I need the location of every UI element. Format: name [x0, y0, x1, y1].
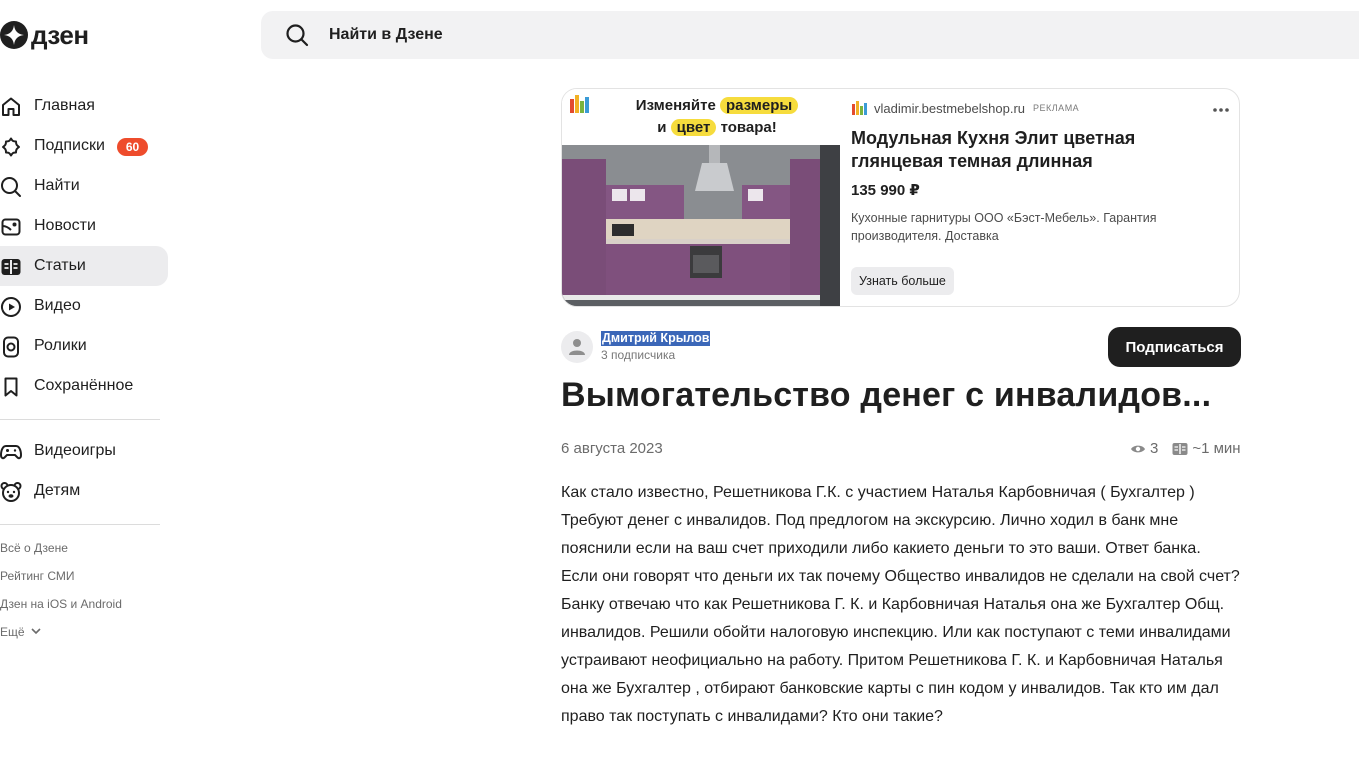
articles-icon — [1, 259, 21, 275]
kitchen-photo — [562, 145, 840, 306]
sidebar-item-label: Детям — [34, 482, 81, 499]
footer-link-about[interactable]: Всё о Дзене — [0, 540, 122, 568]
footer-more-label: Ещё — [0, 625, 25, 639]
search-bar[interactable]: Найти в Дзене — [261, 11, 1359, 59]
ad-label: РЕКЛАМА — [1033, 103, 1080, 113]
footer-link-apps[interactable]: Дзен на iOS и Android — [0, 596, 122, 624]
ad-card[interactable]: Изменяйте размеры и цвет товара! vladimi… — [561, 88, 1240, 307]
search-icon — [286, 24, 309, 47]
sidebar-item-shorts[interactable]: Ролики — [0, 326, 168, 366]
ad-banner: Изменяйте размеры и цвет товара! — [562, 89, 840, 145]
read-time: ~1 мин — [1192, 440, 1241, 457]
sidebar-item-label: Видеоигры — [34, 442, 116, 459]
sidebar-item-saved[interactable]: Сохранённое — [0, 366, 168, 406]
sidebar-item-kids[interactable]: Детям — [0, 471, 168, 511]
search-input[interactable]: Найти в Дзене — [329, 26, 443, 44]
footer-link-media-rating[interactable]: Рейтинг СМИ — [0, 568, 122, 596]
shorts-icon — [3, 336, 19, 358]
sidebar-item-label: Новости — [34, 217, 96, 234]
sidebar-divider — [0, 419, 160, 420]
sidebar-nav-secondary: Видеоигры Детям — [0, 431, 168, 511]
search-icon — [1, 177, 21, 197]
sidebar-item-articles[interactable]: Статьи — [0, 246, 168, 286]
sidebar-item-search[interactable]: Найти — [0, 166, 168, 206]
eye-icon — [1131, 445, 1145, 452]
bookmark-icon — [4, 377, 18, 397]
news-icon — [1, 218, 21, 236]
ad-title[interactable]: Модульная Кухня Элит цветная глянцевая т… — [851, 127, 1181, 173]
read-time-icon — [1172, 442, 1188, 455]
sidebar-item-subscriptions[interactable]: Подписки 60 — [0, 126, 168, 166]
learn-more-button[interactable]: Узнать больше — [851, 267, 954, 295]
avatar[interactable] — [561, 331, 593, 363]
sidebar-item-label: Сохранённое — [34, 377, 134, 394]
more-options-icon[interactable] — [1212, 97, 1230, 118]
ad-domain: vladimir.bestmebelshop.ru — [874, 100, 1026, 116]
sidebar-item-label: Ролики — [34, 337, 87, 354]
sidebar-item-label: Найти — [34, 177, 80, 194]
subscriptions-count-badge: 60 — [117, 138, 148, 156]
logo-text: дзен — [31, 19, 89, 50]
subscribe-button[interactable]: Подписаться — [1108, 327, 1241, 367]
author-subscribers: 3 подписчика — [601, 348, 676, 362]
sidebar-divider — [0, 524, 160, 525]
sidebar-item-label: Видео — [34, 297, 81, 314]
sidebar-item-video[interactable]: Видео — [0, 286, 168, 326]
author-name[interactable]: Дмитрий Крылов — [601, 331, 711, 346]
article-date: 6 августа 2023 — [561, 440, 663, 457]
video-icon — [1, 296, 21, 317]
ad-description: Кухонные гарнитуры ООО «Бэст-Мебель». Га… — [851, 211, 1157, 243]
gamepad-icon — [0, 445, 22, 460]
sidebar-nav: Главная Подписки 60 Найти Новости Статьи… — [0, 86, 168, 406]
advertiser-logo-icon — [852, 101, 867, 115]
advertiser-logo-icon — [570, 95, 589, 113]
article-meta: 3 ~1 мин — [1130, 440, 1241, 457]
ad-image[interactable]: Изменяйте размеры и цвет товара! — [562, 89, 840, 306]
dzen-logo[interactable]: дзен — [0, 19, 89, 51]
views-count: 3 — [1150, 440, 1159, 457]
sidebar-item-label: Подписки — [34, 137, 105, 154]
sidebar-item-label: Статьи — [34, 257, 86, 274]
ad-price: 135 990 ₽ — [851, 182, 920, 199]
ad-source[interactable]: vladimir.bestmebelshop.ru РЕКЛАМА — [852, 100, 1079, 116]
subscriptions-icon — [2, 137, 20, 157]
sidebar-item-label: Главная — [34, 97, 95, 114]
sidebar-footer-links: Всё о Дзене Рейтинг СМИ Дзен на iOS и An… — [0, 540, 122, 652]
ad-banner-headline: Изменяйте размеры и цвет товара! — [602, 95, 832, 139]
chevron-down-icon — [30, 628, 41, 635]
bear-icon — [0, 482, 22, 502]
user-icon — [569, 339, 585, 355]
sidebar-item-news[interactable]: Новости — [0, 206, 168, 246]
home-icon — [2, 97, 20, 116]
sidebar-item-games[interactable]: Видеоигры — [0, 431, 168, 471]
article-title: Вымогательство денег с инвалидов... — [561, 376, 1212, 414]
sidebar-item-home[interactable]: Главная — [0, 86, 168, 126]
dzen-star-icon — [0, 21, 28, 49]
footer-link-more[interactable]: Ещё — [0, 624, 122, 652]
article-body: Как стало известно, Решетникова Г.К. с у… — [561, 484, 1240, 725]
